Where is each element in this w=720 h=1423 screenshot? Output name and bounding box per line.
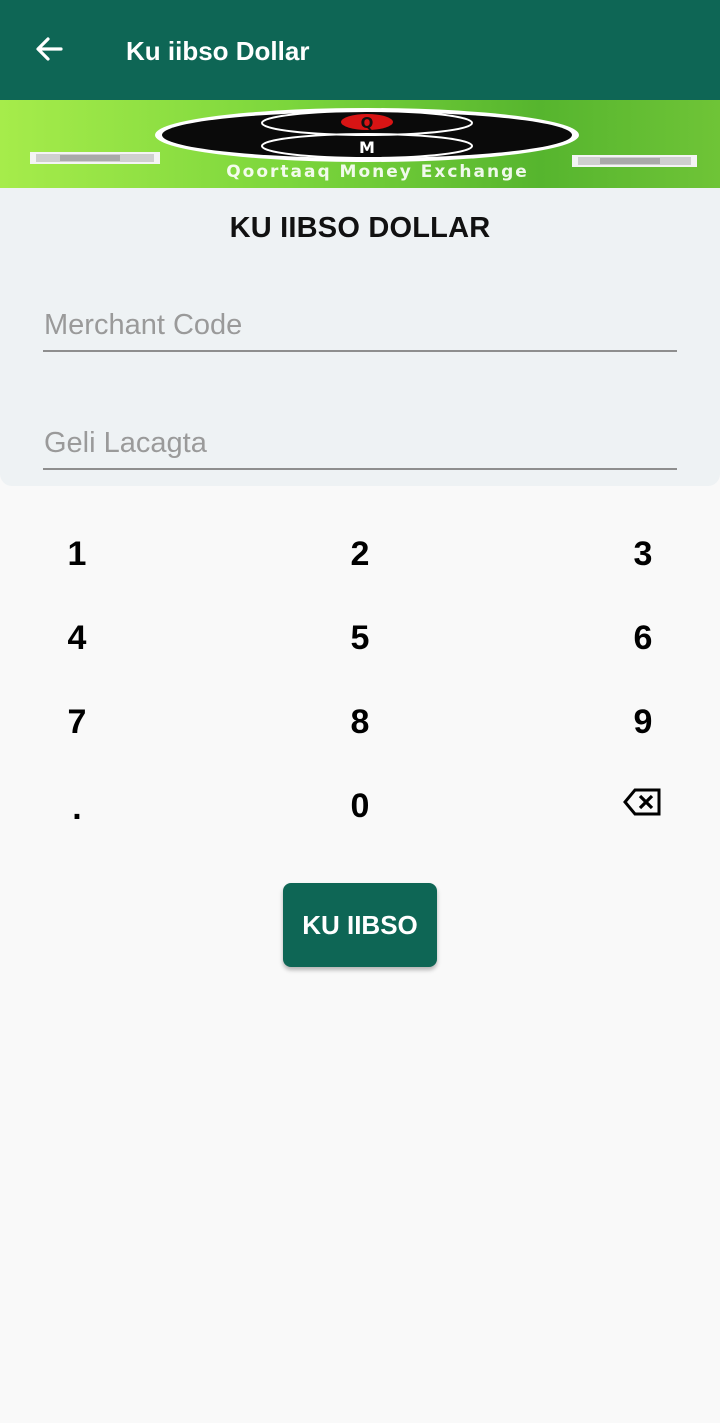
merchant-code-field[interactable]: Merchant Code — [43, 309, 677, 352]
key-backspace[interactable] — [583, 766, 703, 846]
back-button[interactable] — [22, 28, 76, 74]
key-5[interactable]: 5 — [300, 598, 420, 678]
arrow-left-icon — [33, 33, 65, 70]
key-3[interactable]: 3 — [583, 514, 703, 594]
key-4[interactable]: 4 — [17, 598, 137, 678]
logo-emblem: Q M — [155, 108, 579, 162]
key-6[interactable]: 6 — [583, 598, 703, 678]
key-7[interactable]: 7 — [17, 682, 137, 762]
buy-button[interactable]: KU IIBSO — [283, 883, 437, 967]
key-0[interactable]: 0 — [300, 766, 420, 846]
banner-image: Q M Qoortaaq Money Exchange — [0, 100, 720, 188]
amount-placeholder: Geli Lacagta — [44, 427, 207, 459]
key-decimal[interactable]: . — [17, 768, 137, 848]
backspace-icon — [623, 787, 663, 826]
app-bar: Ku iibso Dollar — [0, 0, 720, 100]
numeric-keypad: 1 2 3 4 5 6 7 8 9 . 0 — [0, 512, 720, 852]
key-8[interactable]: 8 — [300, 682, 420, 762]
amount-field[interactable]: Geli Lacagta — [43, 427, 677, 470]
key-2[interactable]: 2 — [300, 514, 420, 594]
logo-letter-q: Q — [361, 114, 374, 132]
logo-letter-m: M — [359, 138, 375, 157]
merchant-code-placeholder: Merchant Code — [44, 309, 243, 341]
form-heading: KU IIBSO DOLLAR — [229, 212, 491, 244]
banner-caption: Qoortaaq Money Exchange — [226, 162, 529, 182]
key-9[interactable]: 9 — [583, 682, 703, 762]
key-1[interactable]: 1 — [17, 514, 137, 594]
page-title: Ku iibso Dollar — [126, 36, 310, 66]
